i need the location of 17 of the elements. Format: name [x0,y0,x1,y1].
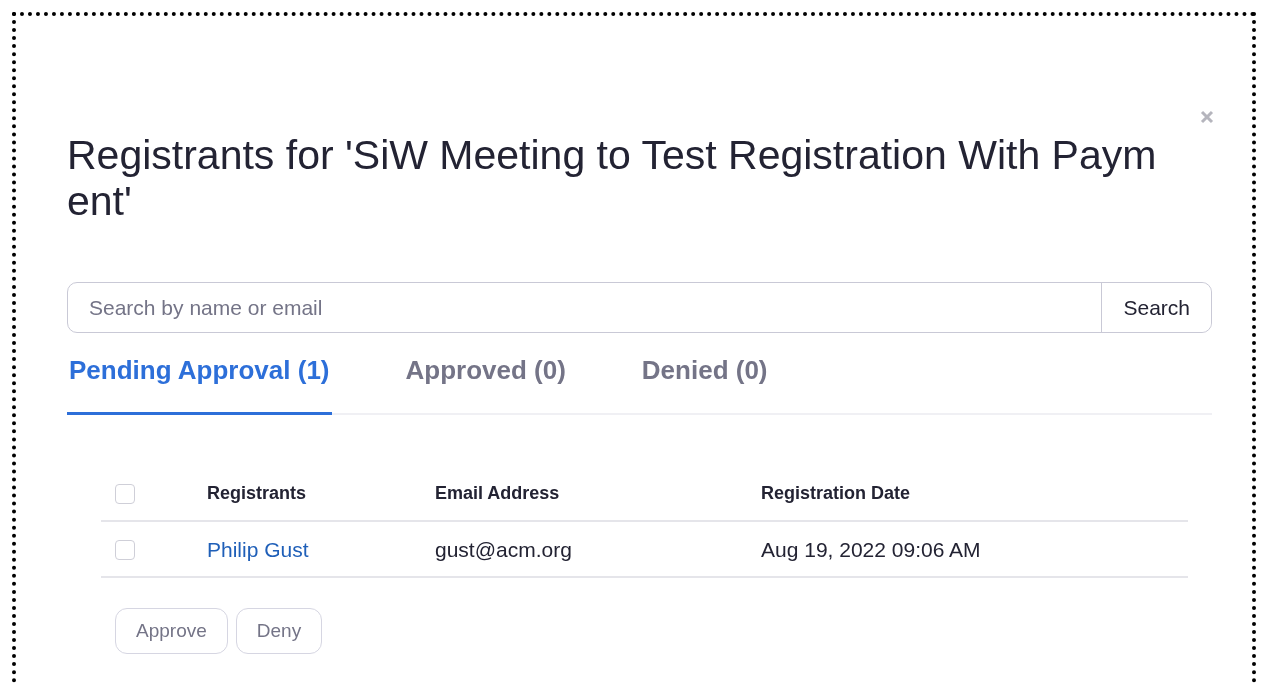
tab[interactable]: Denied (0) [639,351,770,415]
tab[interactable]: Pending Approval (1) [67,351,332,415]
close-icon[interactable] [1200,110,1214,124]
column-header: Registration Date [761,471,1188,521]
dialog-title: Registrants for 'SiW Meeting to Test Registration With Payment' [67,132,1158,224]
action-button[interactable]: Approve [115,608,228,654]
column-header: Registrants [207,471,435,521]
row-checkbox[interactable] [115,540,135,560]
date-cell: Aug 19, 2022 09:06 AM [761,538,981,561]
search-button[interactable]: Search [1101,283,1211,332]
tab[interactable]: Approved (0) [403,351,568,415]
action-button[interactable]: Deny [235,608,323,654]
search-field[interactable]: Search by name or email Search [67,282,1212,333]
registrant-link[interactable]: Philip Gust [207,538,309,561]
select-all-checkbox[interactable] [115,483,135,504]
email-cell: gust@acm.org [435,538,572,561]
column-header: Email Address [435,471,761,521]
